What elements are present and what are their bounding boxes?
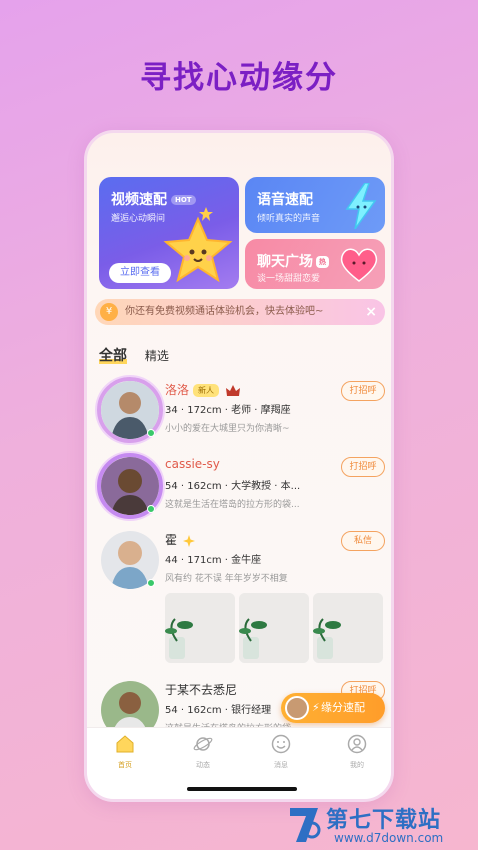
- smile-message-icon: [271, 734, 291, 754]
- video-match-subtitle: 邂逅心动瞬间: [111, 214, 166, 224]
- user-description: 风有约 花不误 年年岁岁不相复: [165, 574, 288, 584]
- user-name: 洛洛 新人: [165, 381, 240, 398]
- nav-moments-label: 动态: [196, 761, 210, 769]
- voice-match-subtitle: 倾听真实的声音: [257, 214, 321, 224]
- video-match-card[interactable]: 视频速配 HOT 邂逅心动瞬间 立即查看: [99, 177, 239, 289]
- nav-moments[interactable]: 动态: [183, 734, 223, 770]
- site-watermark: 第七下载站 www.d7down.com: [286, 800, 478, 850]
- nav-home-label: 首页: [118, 761, 132, 769]
- hot-badge: 热: [316, 256, 329, 268]
- site-watermark-url: www.d7down.com: [334, 831, 444, 845]
- lightning-icon: ⚡: [312, 701, 320, 714]
- user-description: 小小的爱在大城里只为你清晰~: [165, 424, 290, 434]
- user-name: 霍: [165, 531, 195, 548]
- user-description: 这就是生活在塔岛的拉方形的袋...: [165, 500, 300, 510]
- online-status-dot: [147, 579, 155, 587]
- say-hi-button[interactable]: 打招呼: [341, 381, 385, 401]
- site-logo-icon: [290, 808, 321, 842]
- nav-messages-label: 消息: [274, 761, 288, 769]
- nav-profile-label: 我的: [350, 761, 364, 769]
- user-name: cassie-sy: [165, 457, 220, 471]
- small-star-icon: [199, 207, 213, 221]
- nav-home[interactable]: 首页: [105, 734, 145, 770]
- profile-icon: [347, 734, 367, 754]
- message-button[interactable]: 私信: [341, 531, 385, 551]
- tab-featured[interactable]: 精选: [145, 349, 169, 363]
- nav-messages[interactable]: 消息: [261, 734, 301, 770]
- user-name: 于某不去悉尼: [165, 683, 238, 697]
- user-meta: 54 · 162cm · 大学教授 · 本...: [165, 481, 301, 492]
- crown-badge-icon: [225, 384, 240, 396]
- coin-icon: ¥: [100, 303, 118, 321]
- user-meta: 34 · 172cm · 老师 · 摩羯座: [165, 405, 291, 416]
- plant-photo[interactable]: [165, 593, 235, 663]
- hot-badge: HOT: [171, 195, 196, 205]
- notice-text: 你还有免费视频通话体验机会，快去体验吧~: [125, 306, 324, 317]
- free-trial-notice[interactable]: ¥ 你还有免费视频通话体验机会，快去体验吧~ ×: [95, 299, 385, 325]
- star-mascot-icon: [163, 216, 233, 283]
- heart-mascot-icon: [340, 248, 378, 282]
- home-icon: [116, 735, 134, 753]
- bottom-navigation: 首页 动态 消息 我的: [87, 727, 391, 799]
- lightning-mascot-icon: [345, 183, 377, 229]
- chat-square-title: 聊天广场热: [257, 251, 329, 271]
- chat-square-subtitle: 谈一场甜甜恋爱: [257, 274, 321, 284]
- avatar: [285, 696, 309, 720]
- new-user-badge: 新人: [193, 384, 220, 397]
- filter-tabs: 全部 精选: [99, 345, 183, 365]
- speed-match-label: 缘分速配: [321, 701, 365, 714]
- nav-profile[interactable]: 我的: [337, 734, 377, 770]
- voice-match-title: 语音速配: [257, 192, 313, 208]
- view-now-button[interactable]: 立即查看: [109, 263, 171, 283]
- speed-match-button[interactable]: ⚡ 缘分速配: [281, 693, 385, 723]
- chat-square-card[interactable]: 聊天广场热 谈一场甜甜恋爱: [245, 239, 385, 289]
- user-meta: 44 · 171cm · 金牛座: [165, 555, 262, 566]
- tab-all[interactable]: 全部: [99, 348, 127, 364]
- sparkle-badge-icon: [182, 534, 195, 547]
- online-status-dot: [147, 505, 155, 513]
- plant-photo[interactable]: [313, 593, 383, 663]
- say-hi-button[interactable]: 打招呼: [341, 457, 385, 477]
- photo-gallery: [165, 593, 383, 663]
- close-icon[interactable]: ×: [365, 299, 377, 325]
- plant-photo[interactable]: [239, 593, 309, 663]
- voice-match-card[interactable]: 语音速配 倾听真实的声音: [245, 177, 385, 233]
- user-meta: 54 · 162cm · 银行经理: [165, 705, 272, 716]
- video-match-title: 视频速配 HOT: [111, 189, 196, 209]
- online-status-dot: [147, 429, 155, 437]
- planet-icon: [193, 737, 213, 751]
- home-indicator: [187, 787, 297, 791]
- page-headline: 寻找心动缘分: [140, 60, 338, 96]
- phone-frame: 视频速配 HOT 邂逅心动瞬间 立即查看 语音速配 倾听真实的声音 聊天广场热 谈…: [84, 130, 394, 802]
- site-watermark-title: 第七下载站: [326, 808, 442, 833]
